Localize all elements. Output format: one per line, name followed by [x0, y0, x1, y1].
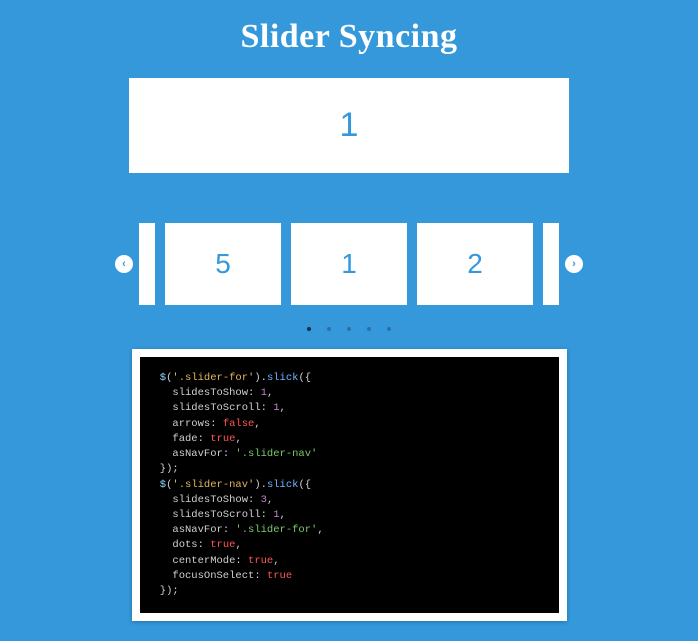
pagination-dots	[307, 327, 391, 331]
nav-slider-strip: 5 1 2	[139, 223, 559, 305]
code-sample-frame: $('.slider-for').slick({ slidesToShow: 1…	[132, 349, 567, 621]
page-title: Slider Syncing	[240, 18, 457, 56]
code-sample: $('.slider-for').slick({ slidesToShow: 1…	[140, 357, 559, 613]
pagination-dot[interactable]	[347, 327, 351, 331]
prev-arrow-button[interactable]: ‹	[115, 255, 133, 273]
nav-slide-partial-left[interactable]	[139, 223, 155, 305]
pagination-dot[interactable]	[327, 327, 331, 331]
nav-slide-partial-right[interactable]	[543, 223, 559, 305]
pagination-dot[interactable]	[307, 327, 311, 331]
nav-slide-center[interactable]: 1	[291, 223, 407, 305]
nav-slide[interactable]: 5	[165, 223, 281, 305]
pagination-dot[interactable]	[387, 327, 391, 331]
nav-slide[interactable]: 2	[417, 223, 533, 305]
pagination-dot[interactable]	[367, 327, 371, 331]
next-arrow-button[interactable]: ›	[565, 255, 583, 273]
main-slide[interactable]: 1	[129, 78, 569, 173]
nav-slider-row: ‹ 5 1 2 ›	[30, 223, 668, 305]
